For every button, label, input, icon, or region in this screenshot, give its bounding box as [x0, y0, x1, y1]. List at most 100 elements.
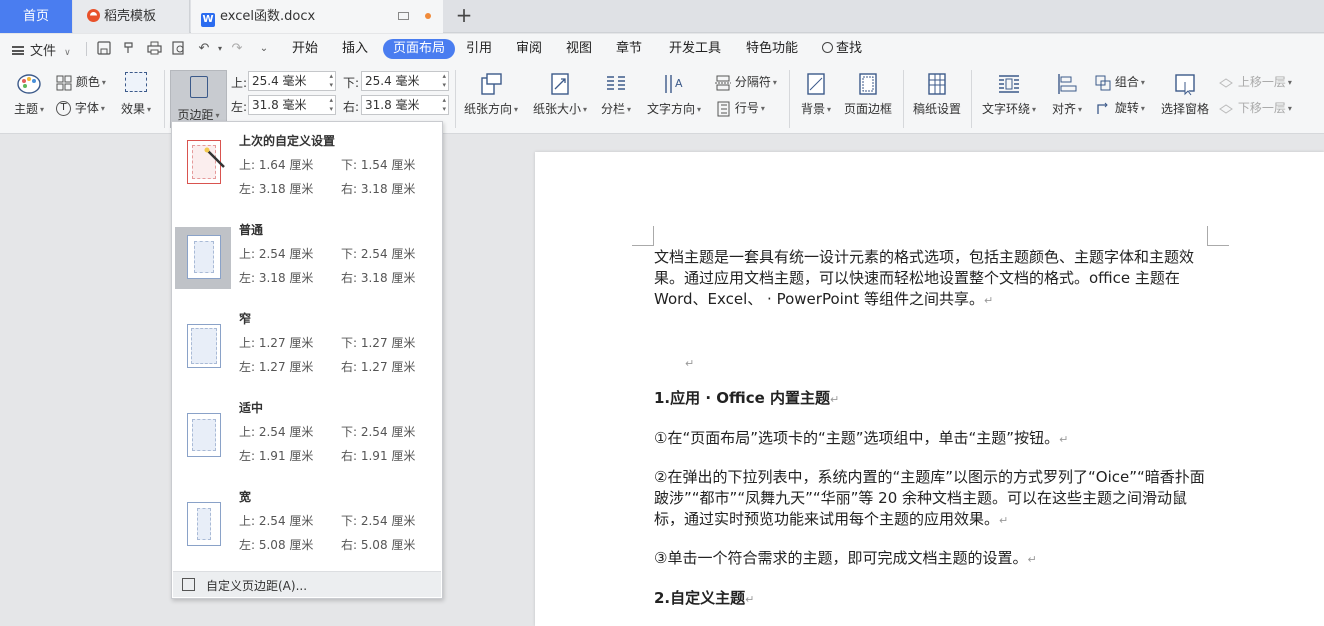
tab-daoke-templates[interactable]: 稻壳模板 — [73, 0, 190, 33]
margin-option-moderate[interactable]: 适中 上: 2.54 厘米 下: 2.54 厘米 左: 1.91 厘米 右: 1… — [174, 399, 440, 485]
grid-paper-button[interactable]: 稿纸设置 — [912, 72, 962, 117]
tab-document[interactable]: Wexcel函数.docx — [191, 0, 443, 33]
paragraph-mark: ↵ — [1059, 433, 1069, 446]
rotate-button[interactable]: 旋转 — [1095, 99, 1145, 117]
empty-paragraph[interactable]: ↵ — [685, 352, 1240, 374]
color-button[interactable]: 颜色 — [56, 73, 106, 91]
page-border-label: 页面边框 — [843, 102, 892, 116]
bring-forward-label: 上移一层 — [1238, 75, 1292, 89]
group-button[interactable]: 组合 — [1095, 73, 1145, 91]
option-bottom: 下: 2.54 厘米 — [341, 514, 416, 528]
orientation-label: 纸张方向 — [464, 102, 518, 116]
paragraph-text: ③单击一个符合需求的主题，即可完成文档主题的设置。 — [654, 549, 1028, 567]
right-margin-input[interactable]: 31.8 毫米 — [361, 95, 449, 115]
doc-paragraph-4[interactable]: ③单击一个符合需求的主题，即可完成文档主题的设置。↵ — [654, 548, 1209, 570]
breaks-button[interactable]: 分隔符 — [715, 73, 777, 91]
font-label: 字体 — [75, 101, 105, 115]
text-direction-label: 文字方向 — [647, 102, 701, 116]
tab-insert[interactable]: 插入 — [342, 39, 368, 59]
line-numbers-button[interactable]: 行号 — [715, 99, 765, 117]
group-icon — [1095, 75, 1111, 90]
left-margin-input[interactable]: 31.8 毫米 — [248, 95, 336, 115]
align-label: 对齐 — [1052, 102, 1082, 116]
edit-page-icon — [182, 578, 195, 591]
send-backward-button: 下移一层 — [1218, 99, 1292, 117]
monitor-icon[interactable] — [397, 12, 409, 20]
custom-margins-button[interactable]: 自定义页边距(A)... — [173, 571, 441, 597]
new-tab-plus-icon[interactable]: + — [455, 4, 473, 28]
tab-start[interactable]: 开始 — [292, 39, 318, 59]
page-normal-icon — [187, 235, 221, 279]
theme-button[interactable]: 主题 — [12, 72, 46, 117]
text-direction-button[interactable]: A 文字方向 — [645, 72, 703, 117]
margin-thumb — [175, 494, 231, 556]
align-icon — [1058, 74, 1077, 94]
crop-mark — [632, 226, 654, 246]
columns-label: 分栏 — [601, 102, 631, 116]
page-moderate-icon — [187, 413, 221, 457]
top-margin-input[interactable]: 25.4 毫米 — [248, 71, 336, 91]
page-border-icon — [859, 73, 877, 95]
selection-pane-button[interactable]: 选择窗格 — [1160, 72, 1210, 117]
option-title: 窄 — [239, 312, 252, 326]
option-title: 上次的自定义设置 — [239, 134, 336, 148]
tab-section[interactable]: 章节 — [616, 39, 642, 59]
tab-home[interactable]: 首页 — [0, 0, 72, 33]
redo-icon: ↷ — [231, 41, 243, 56]
print-icon[interactable] — [146, 41, 162, 57]
font-circle-icon: T — [56, 101, 71, 116]
tab-view[interactable]: 视图 — [566, 39, 592, 59]
orientation-button[interactable]: 纸张方向 — [462, 72, 520, 117]
wrap-text-label: 文字环绕 — [982, 102, 1036, 116]
margin-option-narrow[interactable]: 窄 上: 1.27 厘米 下: 1.27 厘米 左: 1.27 厘米 右: 1.… — [174, 310, 440, 396]
tab-developer[interactable]: 开发工具 — [669, 39, 721, 59]
tab-references[interactable]: 引用 — [466, 39, 492, 59]
margin-option-normal[interactable]: 普通 上: 2.54 厘米 下: 2.54 厘米 左: 3.18 厘米 右: 3… — [174, 221, 440, 307]
search-button[interactable]: 查找 — [822, 39, 862, 59]
print-preview-icon[interactable] — [171, 41, 187, 57]
customize-toolbar-icon[interactable]: ⌄ — [256, 41, 272, 57]
doc-heading-1[interactable]: 1.应用 · Office 内置主题↵ — [654, 388, 1209, 410]
tab-special[interactable]: 特色功能 — [746, 39, 798, 59]
doc-paragraph-3[interactable]: ②在弹出的下拉列表中，系统内置的“主题库”以图示的方式罗列了“Oice”“暗香扑… — [654, 467, 1209, 531]
wrap-text-icon — [999, 75, 1019, 93]
tab-page-layout[interactable]: 页面布局 — [383, 39, 456, 59]
save-icon[interactable] — [96, 41, 112, 57]
margins-button-inner: 页边距 — [171, 71, 226, 123]
file-menu-label: 文件 — [30, 44, 57, 59]
background-button[interactable]: 背景 — [798, 72, 834, 117]
tab-review[interactable]: 审阅 — [516, 39, 542, 59]
wrap-text-button[interactable]: 文字环绕 — [980, 72, 1038, 117]
margins-button[interactable]: 页边距 — [170, 70, 227, 128]
doc-paragraph-1[interactable]: 文档主题是一套具有统一设计元素的格式选项，包括主题颜色、主题字体和主题效果。通过… — [654, 247, 1209, 311]
undo-icon[interactable]: ↶ — [196, 41, 212, 57]
page-border-button[interactable]: 页面边框 — [843, 72, 893, 117]
option-top: 上: 2.54 厘米 — [239, 247, 314, 261]
format-painter-icon[interactable] — [121, 41, 137, 57]
option-top: 上: 1.64 厘米 — [239, 158, 314, 172]
file-menu[interactable]: 文件 ∨ — [12, 40, 71, 59]
unsaved-dot-icon — [425, 13, 431, 19]
effect-button[interactable]: 效果 — [118, 72, 154, 117]
option-title: 适中 — [239, 401, 264, 415]
bottom-margin-input[interactable]: 25.4 毫米 — [361, 71, 449, 91]
custom-margins-label: 自定义页边距(A)... — [206, 579, 308, 593]
margin-option-last-custom[interactable]: 上次的自定义设置 上: 1.64 厘米 下: 1.54 厘米 左: 3.18 厘… — [174, 132, 440, 218]
divider — [164, 70, 165, 128]
search-label: 查找 — [836, 41, 863, 56]
right-margin-label: 右: — [343, 100, 360, 114]
font-button[interactable]: T 字体 — [56, 99, 105, 116]
divider — [455, 70, 456, 128]
undo-dropdown-icon[interactable]: ▾ — [212, 41, 228, 57]
tab-daoke-label: 稻壳模板 — [104, 9, 157, 24]
align-button[interactable]: 对齐 — [1049, 72, 1085, 117]
columns-button[interactable]: 分栏 — [598, 72, 634, 117]
tab-document-label: excel函数.docx — [220, 9, 316, 24]
doc-paragraph-2[interactable]: ①在“页面布局”选项卡的“主题”选项组中，单击“主题”按钮。↵ — [654, 428, 1209, 450]
margin-option-wide[interactable]: 宽 上: 2.54 厘米 下: 2.54 厘米 左: 5.08 厘米 右: 5.… — [174, 488, 440, 574]
send-backward-label: 下移一层 — [1238, 101, 1292, 115]
document-page[interactable]: 文档主题是一套具有统一设计元素的格式选项，包括主题颜色、主题字体和主题效果。通过… — [535, 152, 1324, 626]
paper-size-button[interactable]: 纸张大小 — [531, 72, 589, 117]
divider — [86, 42, 87, 56]
doc-heading-2[interactable]: 2.自定义主题↵ — [654, 588, 1209, 610]
